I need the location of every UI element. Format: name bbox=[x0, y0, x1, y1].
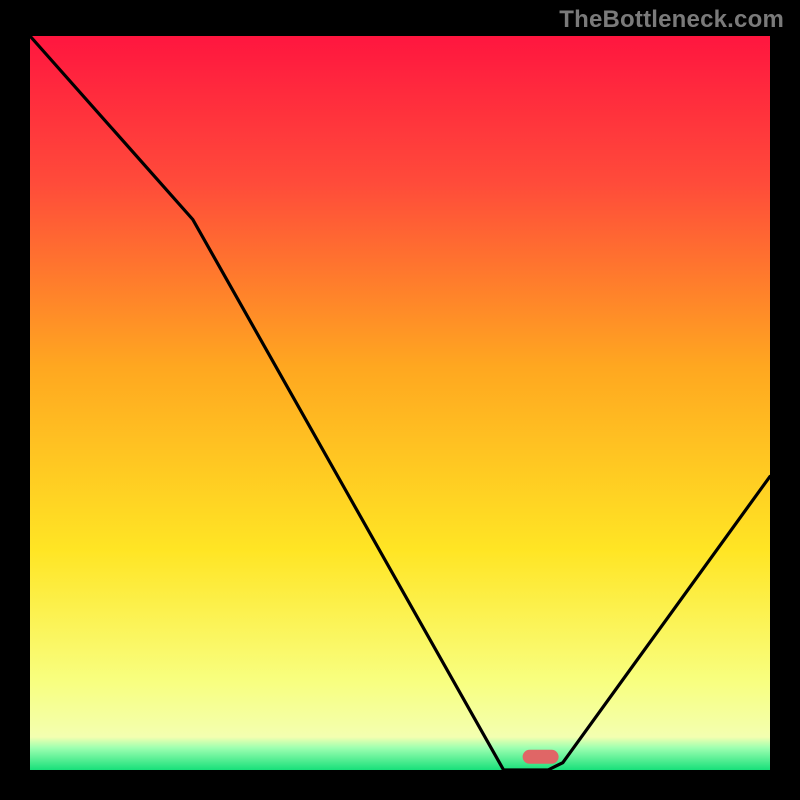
plot-background bbox=[30, 36, 770, 770]
chart-frame: TheBottleneck.com bbox=[0, 0, 800, 800]
watermark-text: TheBottleneck.com bbox=[559, 6, 784, 34]
optimal-marker bbox=[523, 750, 559, 764]
bottleneck-chart bbox=[0, 0, 800, 800]
